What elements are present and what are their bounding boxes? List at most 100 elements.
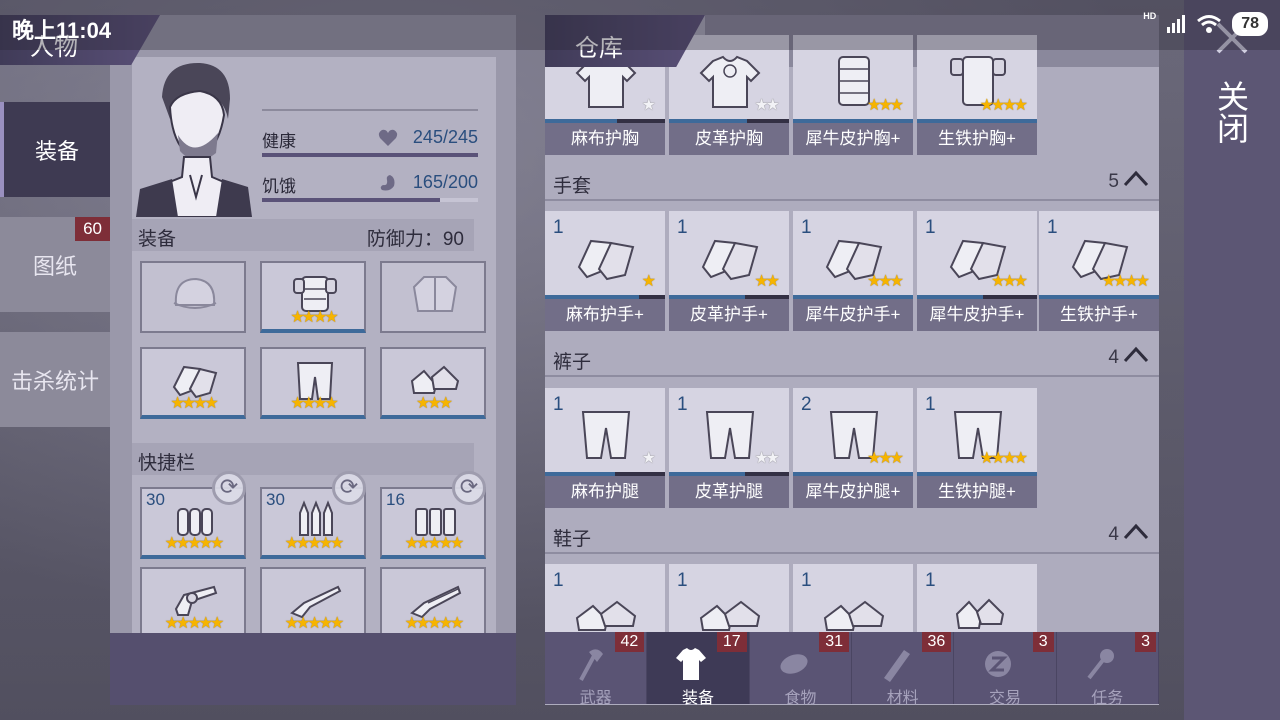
swap-ammo-icon[interactable]: ⟳ (332, 471, 366, 505)
key-icon (1087, 649, 1114, 680)
item-card-pants[interactable]: 2 ★★★ 犀牛皮护腿+ (793, 388, 913, 508)
item-card-gloves[interactable]: 1 ★★★ 犀牛皮护手+ (917, 211, 1037, 331)
rarity-stars: ★★ (754, 273, 780, 290)
item-card-gloves[interactable]: 1 ★★ 皮革护手+ (669, 211, 789, 331)
storage-panel: 仓库 ★ 麻布护胸 ★★ 皮革护胸 ★★★ 犀牛皮护胸+ ★★★★ 生铁护胸+ … (545, 15, 1159, 705)
chevron-up-icon[interactable] (1123, 169, 1149, 189)
rarity-stars: ★★★★★ (404, 615, 465, 632)
quickbar-section-header: 快捷栏 (132, 443, 474, 475)
food-icon (780, 654, 808, 674)
equip-slot-hands[interactable]: ★★★★ (140, 347, 246, 419)
close-button-label: 关闭 (1213, 80, 1249, 144)
nav-tab-label: 装备 (34, 138, 79, 164)
item-card-chest[interactable]: ★★ 皮革护胸 (669, 35, 789, 155)
tab-equipment[interactable]: 装备 17 (647, 632, 750, 707)
rarity-stars: ★ (641, 97, 656, 114)
quickbar-slot-6[interactable]: ★★★★★ (380, 567, 486, 639)
equipment-section-title: 装备 (138, 229, 177, 250)
rarity-stars: ★★ (754, 97, 780, 114)
nav-tab-kill-stats[interactable]: 击杀统计 (0, 332, 110, 427)
item-card-chest[interactable]: ★★★★ 生铁护胸+ (917, 35, 1037, 155)
item-card-gloves[interactable]: 1 ★ 麻布护手+ (545, 211, 665, 331)
tab-quests[interactable]: 任务 3 (1057, 632, 1159, 707)
rarity-stars: ★★★★★ (404, 535, 465, 552)
character-panel: 健康 245/245 饥饿 165/200 装备 防御力：90 ★★★★ ★★★… (110, 15, 516, 705)
chevron-up-icon[interactable] (1123, 522, 1149, 542)
quickbar-slot-4[interactable]: ★★★★★ (140, 567, 246, 639)
shoes-icon (699, 600, 761, 631)
health-stat: 健康 245/245 (262, 127, 478, 167)
item-name: 犀牛皮护腿+ (793, 476, 913, 508)
character-footer (110, 633, 516, 705)
signal-icon (1167, 15, 1186, 33)
swap-ammo-icon[interactable]: ⟳ (212, 471, 246, 505)
category-header-shoes[interactable]: 鞋子 4 (545, 518, 1159, 554)
tab-count-badge: 3 (1135, 632, 1156, 652)
item-card-chest[interactable]: ★★★ 犀牛皮护胸+ (793, 35, 913, 155)
category-header-pants[interactable]: 裤子 4 (545, 341, 1159, 377)
tab-label: 食物 (784, 690, 817, 707)
equip-slot-chest[interactable]: ★★★★ (260, 261, 366, 333)
gloves-icon (577, 239, 635, 281)
shoes-icon (955, 598, 1005, 629)
equip-slot-head[interactable] (140, 261, 246, 333)
nav-tab-blueprints[interactable]: 图纸 60 (0, 217, 110, 312)
tab-trade[interactable]: 交易 3 (954, 632, 1057, 707)
hunger-stat: 饥饿 165/200 (262, 172, 478, 212)
item-quantity: 1 (1047, 217, 1058, 238)
equipment-section-header: 装备 防御力：90 (132, 219, 474, 251)
item-name: 犀牛皮护手+ (917, 299, 1037, 331)
equip-slot-feet[interactable]: ★★★ (380, 347, 486, 419)
tab-label: 任务 (1091, 690, 1124, 707)
rarity-stars: ★★★★★ (164, 535, 225, 552)
tab-label: 武器 (579, 690, 612, 707)
tab-weapons[interactable]: 武器 42 (545, 632, 648, 707)
pants-icon (705, 411, 755, 459)
tab-food[interactable]: 食物 31 (750, 632, 852, 707)
tab-label: 装备 (681, 690, 714, 707)
rarity-stars: ★★★ (866, 273, 904, 290)
swap-ammo-icon[interactable]: ⟳ (452, 471, 486, 505)
nav-tab-equipment[interactable]: 装备 (0, 102, 110, 197)
equip-slot-legs[interactable]: ★★★★ (260, 347, 366, 419)
battery-indicator: 78 (1232, 12, 1268, 36)
item-card-pants[interactable]: 1 ★★ 皮革护腿 (669, 388, 789, 508)
item-card-pants[interactable]: 1 ★★★★ 生铁护腿+ (917, 388, 1037, 508)
item-card-gloves[interactable]: 1 ★★★★ 生铁护手+ (1039, 211, 1159, 331)
hat-icon (173, 277, 217, 309)
jacket-icon (412, 276, 458, 312)
hunger-bar (262, 198, 478, 202)
chevron-up-icon[interactable] (1123, 345, 1149, 365)
item-name: 麻布护手+ (545, 299, 665, 331)
item-name: 犀牛皮护胸+ (793, 123, 913, 155)
left-nav: 装备 图纸 60 击杀统计 (0, 102, 110, 447)
item-card-gloves[interactable]: 1 ★★★ 犀牛皮护手+ (793, 211, 913, 331)
tab-count-badge: 17 (716, 632, 747, 652)
gloves-icon (701, 239, 759, 281)
shirt-icon (699, 55, 761, 108)
item-count: 30 (266, 490, 285, 509)
item-name: 麻布护腿 (545, 476, 665, 508)
tab-materials[interactable]: 材料 36 (852, 632, 955, 707)
quickbar-slot-5[interactable]: ★★★★★ (260, 567, 366, 639)
network-type: HD (1143, 11, 1157, 21)
wood-icon (883, 650, 910, 682)
item-quantity: 1 (925, 394, 936, 415)
close-panel[interactable]: 关闭 (1184, 0, 1280, 720)
category-title: 裤子 (553, 352, 592, 373)
rarity-stars: ★★★★★ (164, 615, 225, 632)
shoes-icon (823, 600, 885, 631)
status-bar: 晚上11:04 HD 78 (0, 0, 1280, 50)
category-count: 4 (1108, 347, 1119, 368)
item-quantity: 1 (925, 217, 936, 238)
status-time: 晚上11:04 (12, 18, 112, 43)
health-bar (262, 153, 478, 157)
rarity-stars: ★★★ (415, 395, 453, 412)
stats-divider (262, 109, 478, 111)
blueprint-count-badge: 60 (75, 217, 110, 241)
category-header-gloves[interactable]: 手套 5 (545, 165, 1159, 201)
item-card-pants[interactable]: 1 ★ 麻布护腿 (545, 388, 665, 508)
equip-slot-outerwear[interactable] (380, 261, 486, 333)
tab-count-badge: 42 (614, 632, 645, 652)
category-title: 手套 (553, 176, 592, 197)
